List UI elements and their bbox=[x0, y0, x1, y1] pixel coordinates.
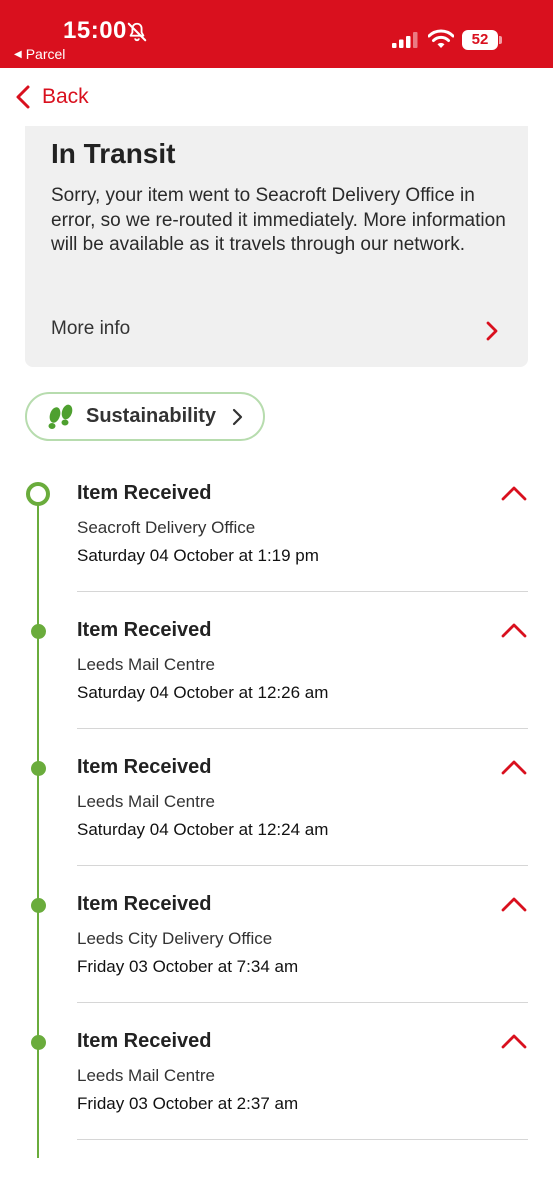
footprints-icon bbox=[48, 404, 73, 429]
event-title: Item Received bbox=[77, 756, 212, 778]
timeline-marker bbox=[31, 898, 46, 913]
return-to-app-link[interactable]: ◀ Parcel bbox=[14, 46, 65, 62]
bell-slash-icon bbox=[127, 22, 147, 42]
back-button[interactable]: Back bbox=[14, 84, 89, 110]
divider bbox=[77, 728, 528, 729]
event-datetime: Saturday 04 October at 1:19 pm bbox=[77, 546, 319, 565]
event-location: Leeds Mail Centre bbox=[77, 1066, 215, 1085]
status-title: In Transit bbox=[51, 138, 176, 169]
timeline-event: Item Received Leeds Mail Centre Friday 0… bbox=[0, 1026, 553, 1163]
chevron-right-icon bbox=[232, 408, 243, 425]
divider bbox=[77, 865, 528, 866]
more-info-button[interactable]: More info bbox=[25, 306, 528, 354]
event-datetime: Saturday 04 October at 12:24 am bbox=[77, 820, 329, 839]
event-datetime: Friday 03 October at 2:37 am bbox=[77, 1094, 299, 1113]
status-bar: 15:00 ◀ Parcel 52 bbox=[0, 0, 553, 68]
timeline-current-marker bbox=[26, 482, 50, 506]
chevron-up-icon[interactable] bbox=[500, 758, 528, 776]
battery-icon: 52 bbox=[462, 30, 502, 50]
back-triangle-icon: ◀ bbox=[14, 48, 22, 60]
timeline-marker bbox=[31, 761, 46, 776]
status-time: 15:00 bbox=[63, 17, 127, 44]
sustainability-label: Sustainability bbox=[86, 405, 217, 427]
event-title: Item Received bbox=[77, 1030, 212, 1052]
timeline-event: Item Received Leeds Mail Centre Saturday… bbox=[0, 752, 553, 889]
chevron-up-icon[interactable] bbox=[500, 484, 528, 502]
chevron-up-icon[interactable] bbox=[500, 1032, 528, 1050]
event-location: Leeds City Delivery Office bbox=[77, 929, 273, 948]
event-location: Seacroft Delivery Office bbox=[77, 518, 256, 537]
event-title: Item Received bbox=[77, 482, 212, 504]
timeline-event: Item Received Leeds Mail Centre Saturday… bbox=[0, 615, 553, 752]
chevron-right-icon bbox=[486, 321, 498, 341]
timeline-marker bbox=[31, 1035, 46, 1050]
timeline-marker bbox=[31, 624, 46, 639]
divider bbox=[77, 1002, 528, 1003]
timeline-event: Item Received Leeds City Delivery Office… bbox=[0, 889, 553, 1026]
sustainability-button[interactable]: Sustainability bbox=[25, 392, 265, 441]
chevron-up-icon[interactable] bbox=[500, 621, 528, 639]
event-location: Leeds Mail Centre bbox=[77, 792, 215, 811]
chevron-up-icon[interactable] bbox=[500, 895, 528, 913]
back-label: Back bbox=[42, 85, 89, 108]
battery-level: 52 bbox=[462, 30, 498, 50]
event-title: Item Received bbox=[77, 893, 212, 915]
event-datetime: Friday 03 October at 7:34 am bbox=[77, 957, 299, 976]
timeline-event: Item Received Seacroft Delivery Office S… bbox=[0, 478, 553, 615]
divider bbox=[77, 1139, 528, 1140]
divider bbox=[77, 591, 528, 592]
status-message: Sorry, your item went to Seacroft Delive… bbox=[51, 185, 506, 255]
signal-icon bbox=[392, 32, 418, 48]
more-info-label: More info bbox=[51, 318, 131, 339]
status-card: In Transit Sorry, your item went to Seac… bbox=[25, 126, 528, 367]
event-datetime: Saturday 04 October at 12:26 am bbox=[77, 683, 329, 702]
event-title: Item Received bbox=[77, 619, 212, 641]
event-location: Leeds Mail Centre bbox=[77, 655, 215, 674]
wifi-icon bbox=[428, 29, 454, 48]
return-app-label: Parcel bbox=[25, 46, 66, 62]
chevron-left-icon bbox=[16, 85, 30, 109]
